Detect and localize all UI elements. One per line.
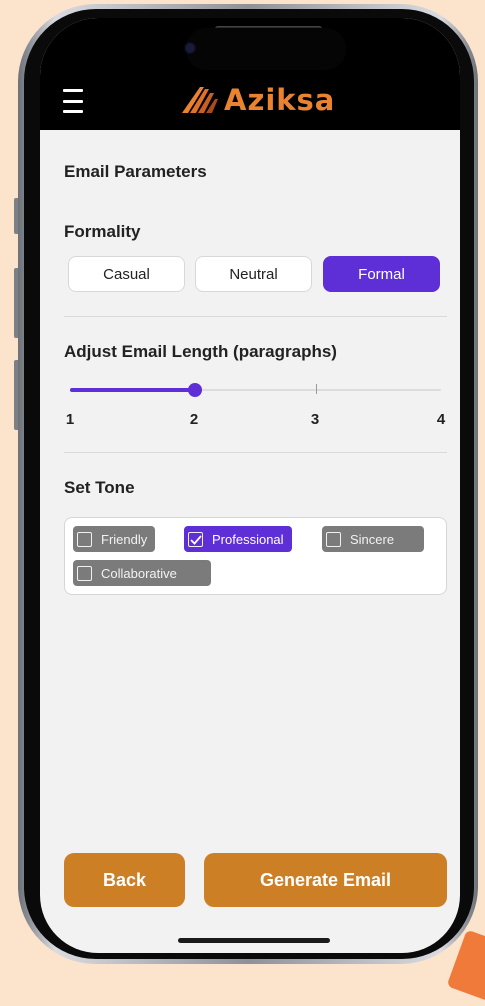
checkbox-icon bbox=[77, 531, 92, 547]
formality-option-casual[interactable]: Casual bbox=[68, 256, 185, 292]
hamburger-menu-icon[interactable] bbox=[63, 89, 83, 113]
length-slider-thumb[interactable] bbox=[188, 383, 202, 397]
back-button[interactable]: Back bbox=[64, 853, 185, 907]
length-slider-tick bbox=[316, 384, 317, 394]
aziksa-logo-icon bbox=[182, 87, 218, 113]
front-camera bbox=[186, 44, 194, 52]
length-tick-label: 3 bbox=[310, 411, 320, 428]
divider bbox=[64, 452, 447, 453]
length-slider-fill bbox=[70, 388, 195, 392]
length-tick-label: 2 bbox=[189, 411, 199, 428]
generate-email-button[interactable]: Generate Email bbox=[204, 853, 447, 907]
checkbox-icon bbox=[77, 565, 92, 581]
formality-option-formal[interactable]: Formal bbox=[323, 256, 440, 292]
tone-chip-friendly[interactable]: Friendly bbox=[73, 526, 156, 552]
phone-screen: Aziksa Email Parameters Formality Casual… bbox=[40, 18, 460, 953]
tone-chip-sincere[interactable]: Sincere bbox=[322, 526, 424, 552]
tone-chip-label: Friendly bbox=[101, 531, 148, 547]
tone-chip-label: Sincere bbox=[350, 531, 395, 547]
divider bbox=[64, 316, 447, 317]
tone-label: Set Tone bbox=[64, 478, 135, 497]
length-tick-label: 4 bbox=[436, 411, 446, 428]
tone-chip-professional[interactable]: Professional bbox=[184, 526, 292, 552]
logo-text: Aziksa bbox=[224, 83, 336, 117]
dynamic-island bbox=[186, 28, 346, 70]
tone-chip-collaborative[interactable]: Collaborative bbox=[73, 560, 211, 586]
formality-label: Formality bbox=[64, 222, 141, 241]
tone-chip-label: Collaborative bbox=[101, 565, 177, 581]
checkbox-icon bbox=[326, 531, 341, 547]
app-header: Aziksa bbox=[40, 18, 460, 130]
checkbox-checked-icon bbox=[188, 531, 203, 547]
home-indicator bbox=[178, 938, 330, 943]
tone-options-box: Friendly Professional Sincere Collaborat… bbox=[64, 517, 447, 595]
tone-chip-label: Professional bbox=[212, 531, 284, 547]
page-title: Email Parameters bbox=[64, 162, 207, 181]
app-logo: Aziksa bbox=[180, 82, 335, 118]
length-tick-label: 1 bbox=[65, 411, 75, 428]
formality-option-neutral[interactable]: Neutral bbox=[195, 256, 312, 292]
length-label: Adjust Email Length (paragraphs) bbox=[64, 342, 337, 361]
